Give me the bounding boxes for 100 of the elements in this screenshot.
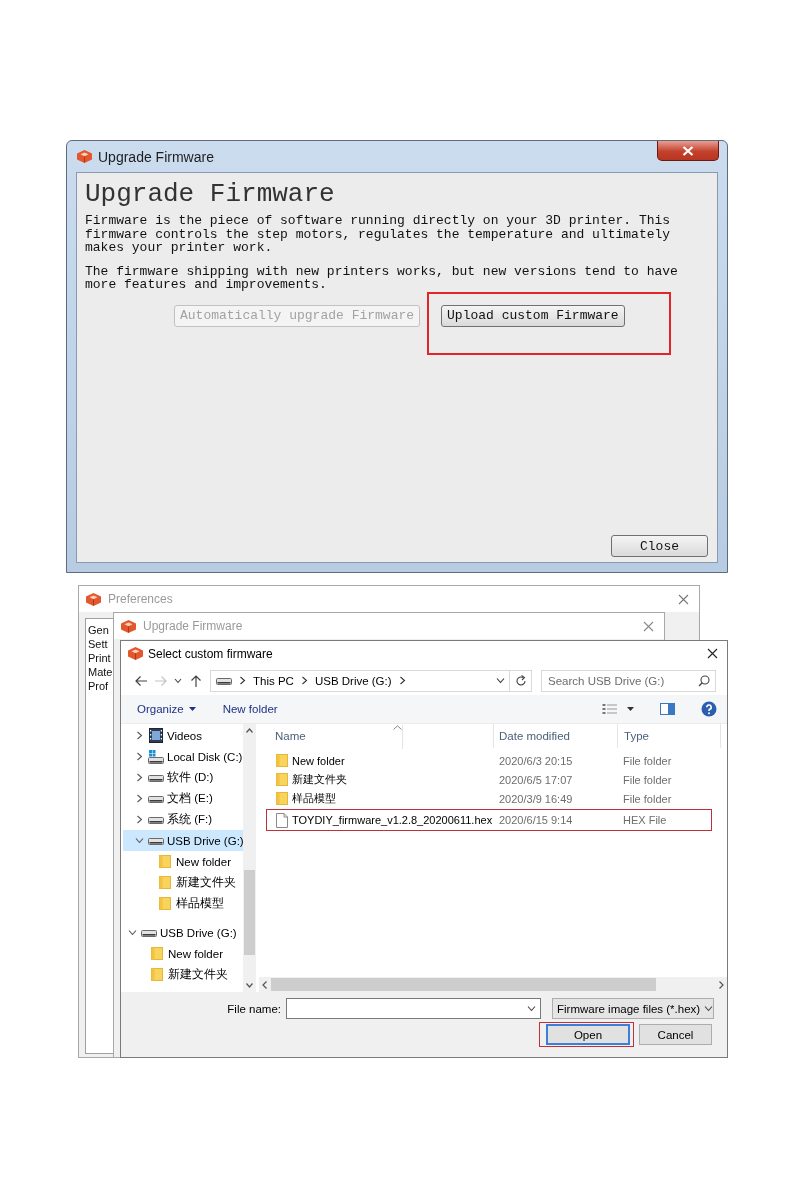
scroll-up-icon[interactable] xyxy=(246,728,253,733)
up-arrow-icon[interactable] xyxy=(189,673,202,688)
search-icon[interactable] xyxy=(698,674,710,687)
drive-icon xyxy=(148,794,164,803)
caret-icon xyxy=(188,707,196,711)
type-cell-text: HEX File xyxy=(622,814,668,826)
nav-item[interactable]: Local Disk (C:) xyxy=(123,746,243,767)
column-header[interactable]: Type xyxy=(618,724,721,748)
file-name-cell: TOYDIY_firmware_v1.2.8_20200611.hex xyxy=(267,812,494,828)
address-bar[interactable]: This PC USB Drive (G:) xyxy=(210,669,510,692)
file-name-field[interactable] xyxy=(286,998,541,1019)
chevron-right-icon xyxy=(135,752,143,761)
close-button[interactable]: Close xyxy=(611,535,708,557)
folder-icon xyxy=(159,855,171,868)
type-cell-text: File folder xyxy=(622,754,673,767)
nav-item[interactable]: New folder xyxy=(123,851,243,872)
chevron-down-icon xyxy=(527,1005,536,1012)
date-cell-text: 2020/6/5 17:07 xyxy=(498,773,574,786)
chevron-down-icon xyxy=(134,837,144,844)
chevron-right-icon xyxy=(300,676,308,685)
scroll-down-icon[interactable] xyxy=(246,983,253,988)
chevron-right-icon xyxy=(135,773,143,782)
date-cell-text: 2020/6/3 20:15 xyxy=(498,754,574,767)
folder-icon xyxy=(276,773,288,786)
search-field[interactable]: Search USB Drive (G:) xyxy=(541,669,716,692)
scroll-left-icon[interactable] xyxy=(262,980,267,989)
window-title: Preferences xyxy=(108,592,173,606)
file-row[interactable]: New folder 2020/6/3 20:15 File folder xyxy=(266,751,712,770)
file-name-cell: New folder xyxy=(267,754,494,767)
organize-menu[interactable]: Organize xyxy=(137,703,196,715)
folder-icon xyxy=(276,754,288,767)
refresh-button[interactable] xyxy=(510,669,532,692)
dialog-title: Select custom firmware xyxy=(148,646,273,661)
chevron-right-icon xyxy=(135,794,143,803)
list-item[interactable]: Prof xyxy=(88,679,109,693)
breadcrumb-item[interactable]: This PC xyxy=(253,674,294,687)
nav-item[interactable]: Videos xyxy=(123,725,243,746)
list-item[interactable]: Print xyxy=(88,651,111,665)
chevron-down-icon[interactable] xyxy=(174,677,182,684)
nav-item[interactable]: 软件 (D:) xyxy=(123,767,243,788)
type-cell-text: File folder xyxy=(622,773,673,786)
folder-icon xyxy=(276,792,288,805)
window-title: Upgrade Firmware xyxy=(98,148,214,165)
back-arrow-icon[interactable] xyxy=(133,674,148,687)
nav-item[interactable]: 文档 (E:) xyxy=(123,788,243,809)
app-icon xyxy=(86,592,101,606)
window-title: Upgrade Firmware xyxy=(143,619,243,633)
drive-icon xyxy=(216,676,232,685)
description-text: The firmware shipping with new printers works, but new versions tend to have more features and improvements. xyxy=(85,264,679,292)
nav-item[interactable]: USB Drive (G:) xyxy=(123,922,243,943)
field-label: File name: xyxy=(226,1002,281,1015)
preview-pane-icon[interactable] xyxy=(660,703,675,715)
app-icon xyxy=(77,150,92,163)
nav-item[interactable]: USB Drive (G:) xyxy=(123,830,243,851)
refresh-icon xyxy=(514,674,527,687)
scrollbar[interactable] xyxy=(243,724,256,992)
file-name-cell: 新建文件夹 xyxy=(267,772,494,787)
scrollbar[interactable] xyxy=(259,977,727,992)
nav-item[interactable]: 样品模型 xyxy=(123,893,243,914)
chevron-right-icon xyxy=(398,676,406,685)
file-name-cell: 样品模型 xyxy=(267,791,494,806)
nav-item[interactable]: New folder xyxy=(123,943,243,964)
file-row[interactable]: TOYDIY_firmware_v1.2.8_20200611.hex 2020/6/15 9:14 HEX File xyxy=(266,809,712,831)
new-folder-button[interactable]: New folder xyxy=(222,703,278,715)
breadcrumb-item[interactable]: USB Drive (G:) xyxy=(314,674,392,687)
dialog-heading: Upgrade Firmware xyxy=(85,179,336,209)
file-type-dropdown[interactable]: Firmware image files (*.hex) xyxy=(552,998,714,1019)
firmware-button[interactable]: Upload custom Firmware xyxy=(441,304,625,327)
sort-caret-icon xyxy=(393,725,402,730)
nav-item[interactable]: 新建文件夹 xyxy=(123,964,243,985)
caret-icon[interactable] xyxy=(627,707,634,711)
view-options-icon[interactable] xyxy=(602,703,618,715)
list-item[interactable]: Mate xyxy=(88,665,113,679)
file-row[interactable]: 新建文件夹 2020/6/5 17:07 File folder xyxy=(266,770,712,789)
date-cell-text: 2020/6/15 9:14 xyxy=(498,814,574,826)
film-icon xyxy=(149,728,163,743)
chevron-down-icon xyxy=(496,677,505,684)
drive-icon xyxy=(148,749,164,764)
file-icon xyxy=(276,812,288,828)
help-icon[interactable] xyxy=(701,701,717,717)
chevron-down-icon xyxy=(127,929,137,936)
description-text: Firmware is the piece of software running directly on your 3D printer. This firmware controls the step motors, regulates the temperature and ultimately makes your printer work. xyxy=(85,214,672,255)
chevron-right-icon xyxy=(239,676,246,685)
list-item[interactable]: Gen xyxy=(88,623,109,637)
scroll-right-icon[interactable] xyxy=(719,980,724,989)
list-item[interactable]: Sett xyxy=(88,637,108,651)
dialog-button[interactable]: Open xyxy=(546,1024,630,1045)
date-cell-text: 2020/3/9 16:49 xyxy=(498,792,574,805)
drive-icon xyxy=(148,773,164,782)
app-icon xyxy=(128,647,143,660)
folder-icon xyxy=(151,968,163,981)
dialog-button[interactable]: Cancel xyxy=(639,1024,712,1045)
close-button[interactable] xyxy=(657,141,719,161)
app-icon xyxy=(121,619,136,633)
file-row[interactable]: 样品模型 2020/3/9 16:49 File folder xyxy=(266,789,712,808)
nav-item[interactable]: 系统 (F:) xyxy=(123,809,243,830)
column-header[interactable]: Date modified xyxy=(494,724,618,748)
nav-item[interactable]: 新建文件夹 xyxy=(123,872,243,893)
close-icon[interactable] xyxy=(707,648,718,659)
column-header[interactable]: Name xyxy=(259,724,494,748)
